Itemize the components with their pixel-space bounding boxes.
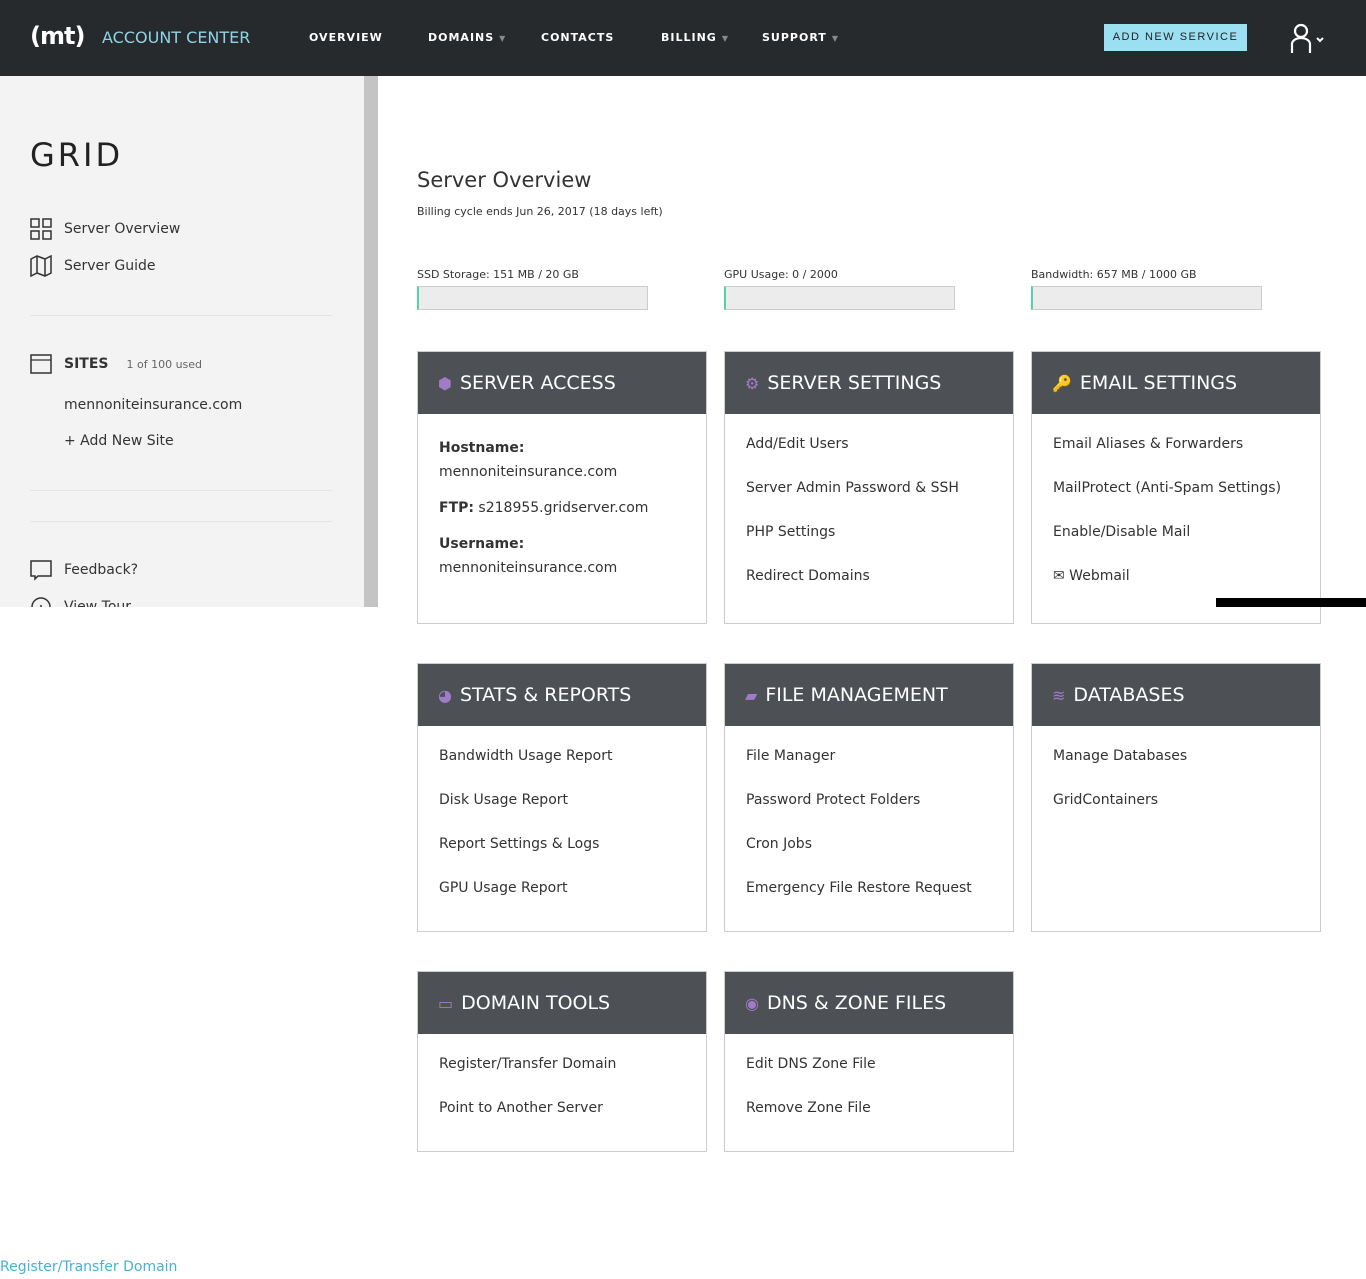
card-link[interactable]: Edit DNS Zone File xyxy=(746,1056,993,1100)
register-transfer-domain-link[interactable]: Register/Transfer Domain xyxy=(0,1259,177,1275)
card-icon: ◕ xyxy=(438,685,452,705)
card-link[interactable]: GridContainers xyxy=(1053,792,1300,836)
site-link[interactable]: mennoniteinsurance.com xyxy=(64,397,242,413)
ssd-storage-meter: SSD Storage: 151 MB / 20 GB xyxy=(417,268,648,310)
sidebar-item-server-guide[interactable]: Server Guide xyxy=(30,255,155,277)
card-file-management: ▰ FILE MANAGEMENT File Manager Password Pro… xyxy=(724,663,1014,932)
sites-header: SITES 1 of 100 used xyxy=(30,353,202,375)
card-link[interactable]: MailProtect (Anti-Spam Settings) xyxy=(1053,480,1300,524)
sidebar-title: GRID xyxy=(30,136,124,174)
sidebar: GRID Server Overview Server Guide SITES 1… xyxy=(0,76,364,607)
add-new-site-link[interactable]: + Add New Site xyxy=(64,433,174,449)
caret-down-icon: ▼ xyxy=(831,34,839,43)
info-icon xyxy=(31,597,51,607)
add-new-service-button[interactable]: ADD NEW SERVICE xyxy=(1104,24,1247,51)
sidebar-item-server-overview[interactable]: Server Overview xyxy=(30,218,180,240)
card-icon: ⚙ xyxy=(745,373,760,393)
card-link[interactable]: Bandwidth Usage Report xyxy=(439,748,686,792)
gpu-usage-meter: GPU Usage: 0 / 2000 xyxy=(724,268,955,310)
card-dns-zone-files: ◉ DNS & ZONE FILES Edit DNS Zone File Remov… xyxy=(724,971,1014,1152)
card-email-settings: 🔑 EMAIL SETTINGS Email Aliases & Forwarder… xyxy=(1031,351,1321,624)
card-link[interactable]: PHP Settings xyxy=(746,524,993,568)
progress-bar xyxy=(1031,286,1262,310)
card-link[interactable]: Redirect Domains xyxy=(746,568,993,612)
bandwidth-meter: Bandwidth: 657 MB / 1000 GB xyxy=(1031,268,1262,310)
card-icon: 🔑 xyxy=(1052,373,1072,393)
billing-cycle: Billing cycle ends Jun 26, 2017 (18 days… xyxy=(417,205,663,218)
divider xyxy=(30,315,332,316)
caret-down-icon: ▼ xyxy=(499,34,507,43)
card-link[interactable]: Register/Transfer Domain xyxy=(439,1056,686,1100)
sidebar-scrollbar[interactable] xyxy=(364,76,378,607)
card-link[interactable]: Point to Another Server xyxy=(439,1100,686,1144)
card-link[interactable]: Enable/Disable Mail xyxy=(1053,524,1300,568)
nav-contacts[interactable]: CONTACTS xyxy=(541,31,614,44)
divider xyxy=(30,521,332,522)
card-link[interactable]: Email Aliases & Forwarders xyxy=(1053,436,1300,480)
card-link[interactable]: File Manager xyxy=(746,748,993,792)
caret-down-icon: ▼ xyxy=(721,34,729,43)
username: Username: mennoniteinsurance.com xyxy=(439,536,618,576)
card-icon: ◉ xyxy=(745,993,759,1013)
card-icon: ≋ xyxy=(1052,685,1066,705)
progress-bar xyxy=(417,286,648,310)
card-domain-tools: ▭ DOMAIN TOOLS Register/Transfer Domain Poi… xyxy=(417,971,707,1152)
ftp: FTP: s218955.gridserver.com xyxy=(439,500,649,516)
card-link[interactable]: Cron Jobs xyxy=(746,836,993,880)
feedback-link[interactable]: Feedback? xyxy=(30,559,138,581)
nav-domains[interactable]: DOMAINS ▼ xyxy=(428,31,506,44)
card-stats-reports: ◕ STATS & REPORTS Bandwidth Usage Report Di… xyxy=(417,663,707,932)
page-title: Server Overview xyxy=(417,168,592,192)
card-icon: ▰ xyxy=(745,685,758,705)
card-link[interactable]: Manage Databases xyxy=(1053,748,1300,792)
logo[interactable]: (mt) xyxy=(30,22,85,50)
browser-window-icon xyxy=(30,354,52,374)
nav-support[interactable]: SUPPORT ▼ xyxy=(762,31,839,44)
card-link[interactable]: Remove Zone File xyxy=(746,1100,993,1144)
nav-billing[interactable]: BILLING ▼ xyxy=(661,31,729,44)
card-link[interactable]: Server Admin Password & SSH xyxy=(746,480,993,524)
cube-icon: ⬢ xyxy=(438,373,452,393)
grid-icon xyxy=(30,218,52,240)
sites-count: 1 of 100 used xyxy=(126,357,203,371)
nav-overview[interactable]: OVERVIEW xyxy=(309,31,383,44)
map-icon xyxy=(30,255,52,277)
user-menu-icon[interactable] xyxy=(1290,22,1330,54)
card-link[interactable]: Add/Edit Users xyxy=(746,436,993,480)
overlay-bar xyxy=(1216,598,1366,607)
card-link[interactable]: GPU Usage Report xyxy=(439,880,686,924)
speech-bubble-icon xyxy=(30,560,52,581)
card-link[interactable]: Emergency File Restore Request xyxy=(746,880,993,924)
card-link[interactable]: Disk Usage Report xyxy=(439,792,686,836)
card-link[interactable]: Report Settings & Logs xyxy=(439,836,686,880)
view-tour-link[interactable]: View Tour xyxy=(30,596,131,607)
hostname: Hostname: mennoniteinsurance.com xyxy=(439,440,618,480)
divider xyxy=(30,490,332,491)
card-server-settings: ⚙ SERVER SETTINGS Add/Edit Users Server Adm… xyxy=(724,351,1014,624)
card-link[interactable]: Password Protect Folders xyxy=(746,792,993,836)
progress-bar xyxy=(724,286,955,310)
top-nav: (mt) ACCOUNT CENTER OVERVIEW DOMAINS ▼ CO… xyxy=(0,0,1366,76)
card-server-access: ⬢ SERVER ACCESS Hostname: mennoniteinsuran… xyxy=(417,351,707,624)
brand-title[interactable]: ACCOUNT CENTER xyxy=(102,28,250,47)
card-icon: ▭ xyxy=(438,993,454,1013)
card-databases: ≋ DATABASES Manage Databases GridContainers xyxy=(1031,663,1321,932)
